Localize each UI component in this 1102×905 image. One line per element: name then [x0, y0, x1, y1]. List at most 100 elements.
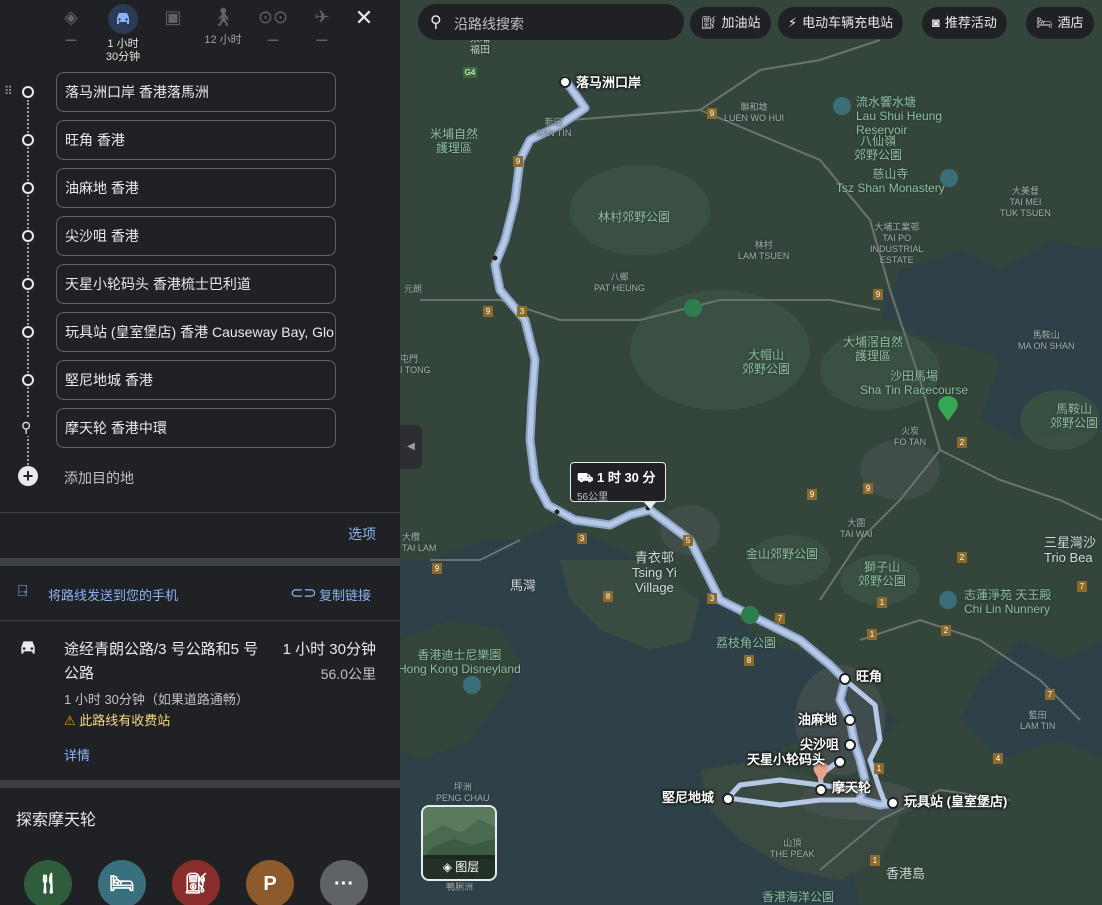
car-icon [108, 4, 138, 34]
map-label: 聯和墟 LUEN WO HUI [724, 102, 785, 123]
stop-input[interactable]: 落马洲口岸 香港落馬洲 [56, 72, 336, 112]
link-icon: ⊂⊃ [290, 585, 317, 602]
divider [0, 620, 400, 621]
map-label: 林村 LAM TSUEN [738, 240, 790, 261]
map-label: 馬灣 [510, 578, 537, 593]
svg-text:1: 1 [877, 764, 882, 773]
stop-row: 玩具站 (皇室堡店) 香港 Causeway Bay, Glo [0, 312, 400, 352]
map-label: 米埔自然 護理區 [430, 127, 479, 155]
svg-text:1: 1 [873, 856, 878, 865]
copy-link-button[interactable]: 复制链接 [319, 585, 371, 604]
mode-walking-label: 12 小时 [204, 34, 242, 46]
stop-label-mongkok: 旺角 [856, 669, 883, 684]
map-label: 馬鞍山 郊野公園 [1050, 402, 1099, 430]
stop-input[interactable]: 堅尼地城 香港 [56, 360, 336, 400]
mode-best-label: — [65, 34, 77, 46]
route-duration: 1 小时 30分钟 [282, 641, 376, 658]
chip-label: 酒店 [1057, 15, 1084, 30]
map-label: 馬鞍山 MA ON SHAN [1018, 330, 1075, 351]
waypoint-icon [22, 374, 34, 386]
collapse-panel-button[interactable]: ◀ [400, 425, 422, 469]
map-label: 火炭 FO TAN [894, 426, 927, 447]
mode-cycling[interactable]: ⊙⊙ — [250, 4, 296, 47]
mode-transit[interactable]: ▣ [150, 4, 196, 30]
map-label: 三星灣沙 Trio Bea [1044, 535, 1097, 565]
diamond-turn-icon: ◈ [64, 7, 78, 27]
restaurant-icon[interactable]: 🍴︎ [24, 860, 72, 905]
map-label: 新田 SAN TIN [536, 117, 572, 138]
map-label: 大美督 TAI MEI TUK TSUEN [1000, 186, 1051, 218]
stop-row: 油麻地 香港 [0, 168, 400, 208]
stop-label-tst: 尖沙咀 [800, 737, 840, 752]
add-destination-button[interactable]: + 添加目的地 [16, 462, 376, 490]
drag-handle-icon[interactable]: ⠿ [4, 84, 13, 98]
chip-hotels[interactable]: 🛏︎ 酒店 [1026, 7, 1094, 39]
svg-text:2: 2 [944, 626, 949, 635]
mode-flight[interactable]: ✈︎ — [299, 4, 345, 47]
chip-label: 推荐活动 [944, 15, 997, 30]
mode-walking[interactable]: 🚶︎ 12 小时 [200, 4, 246, 47]
map-base: G4 9 9 3 9 9 3 8 5 3 7 9 9 2 2 2 1 1 1 1… [400, 0, 1102, 905]
map-label: 青衣邨 Tsing Yi Village [632, 550, 677, 595]
more-icon[interactable]: ··· [320, 860, 368, 905]
mode-flight-label: — [316, 34, 328, 46]
section-divider [0, 558, 400, 566]
svg-text:2: 2 [960, 438, 965, 447]
map-label: 八鄉 PAT HEUNG [594, 272, 646, 293]
chip-gas-station[interactable]: ⛽︎ 加油站 [690, 7, 771, 39]
stop-input[interactable]: 油麻地 香港 [56, 168, 336, 208]
car-icon [18, 640, 38, 661]
ev-charging-icon: ⚡︎ [788, 15, 798, 30]
details-link[interactable]: 详情 [64, 745, 90, 764]
svg-text:3: 3 [520, 307, 525, 316]
route-callout[interactable]: ⛟ 1 时 30 分 56公里 [570, 462, 666, 509]
stop-input[interactable]: 天星小轮码头 香港梳士巴利道 [56, 264, 336, 304]
svg-text:5: 5 [686, 536, 691, 545]
map-label: 元朗 [404, 284, 423, 294]
gas-station-icon[interactable]: ⛽︎ [172, 860, 220, 905]
stop-input[interactable]: 玩具站 (皇室堡店) 香港 Causeway Bay, Glo [56, 312, 336, 352]
map-label: 香港海洋公園 [762, 890, 835, 904]
map-label: 大帽山 郊野公園 [742, 348, 791, 376]
callout-duration: 1 时 30 分 [596, 470, 656, 485]
map-label: 坪洲 PENG CHAU [436, 782, 490, 803]
route-via: 途经青朗公路/3 号公路和5 号公路 [64, 641, 259, 682]
mode-best[interactable]: ◈ — [48, 4, 94, 47]
chip-ev-charging[interactable]: ⚡︎ 电动车辆充电站 [778, 7, 904, 39]
stop-input[interactable]: 尖沙咀 香港 [56, 216, 336, 256]
chip-label: 加油站 [721, 15, 761, 30]
route-card[interactable]: 途经青朗公路/3 号公路和5 号公路 1 小时 30分钟 56.0公里 1 小时… [0, 634, 400, 774]
toll-warning-text: 此路线有收费站 [79, 713, 171, 728]
chip-label: 电动车辆充电站 [802, 15, 894, 30]
options-link[interactable]: 选项 [348, 524, 376, 544]
map-canvas[interactable]: G4 9 9 3 9 9 3 8 5 3 7 9 9 2 2 2 1 1 1 1… [400, 0, 1102, 905]
stop-input[interactable]: 摩天轮 香港中環 [56, 408, 336, 448]
map-label: 慈山寺 Tsz Shan Monastery [836, 167, 945, 195]
mode-cycling-label: — [267, 34, 279, 46]
map-label: 沙田馬場 Sha Tin Racecourse [860, 369, 969, 397]
camera-icon: ◙ [932, 15, 940, 30]
bicycle-icon: ⊙⊙ [257, 7, 289, 27]
waypoint-icon [22, 326, 34, 338]
svg-text:9: 9 [435, 564, 440, 573]
stop-row: ⠿ 落马洲口岸 香港落馬洲 [0, 72, 400, 112]
gas-station-icon: ⛽︎ [700, 15, 717, 30]
layers-label: 图层 [455, 860, 480, 874]
parking-icon[interactable]: P [246, 860, 294, 905]
hotel-icon[interactable]: 🛏︎ [98, 860, 146, 905]
chip-things-to-do[interactable]: ◙ 推荐活动 [922, 7, 1007, 39]
stop-input[interactable]: 旺角 香港 [56, 120, 336, 160]
travel-mode-bar: ◈ — 1 小时 30分钟 ▣ 🚶︎ 12 小时 ⊙⊙ — ✈︎ — ✕ [0, 0, 400, 66]
mode-driving[interactable]: 1 小时 30分钟 [100, 4, 146, 64]
map-label: 獅子山 郊野公園 [858, 560, 907, 588]
svg-text:7: 7 [1048, 690, 1053, 699]
send-to-phone-link[interactable]: 将路线发送到您的手机 [48, 585, 178, 604]
route-search-bar[interactable]: ⚲ 沿路线搜索 [418, 4, 684, 40]
walking-icon: 🚶︎ [211, 7, 235, 27]
layers-button[interactable]: ◈ 图层 [421, 805, 497, 881]
mode-driving-label: 1 小时 30分钟 [105, 38, 141, 63]
svg-text:7: 7 [1080, 582, 1085, 591]
share-row: ⍈ 将路线发送到您的手机 ⊂⊃ 复制链接 [0, 576, 400, 610]
close-icon[interactable]: ✕ [352, 6, 376, 30]
plus-icon: + [18, 466, 38, 486]
